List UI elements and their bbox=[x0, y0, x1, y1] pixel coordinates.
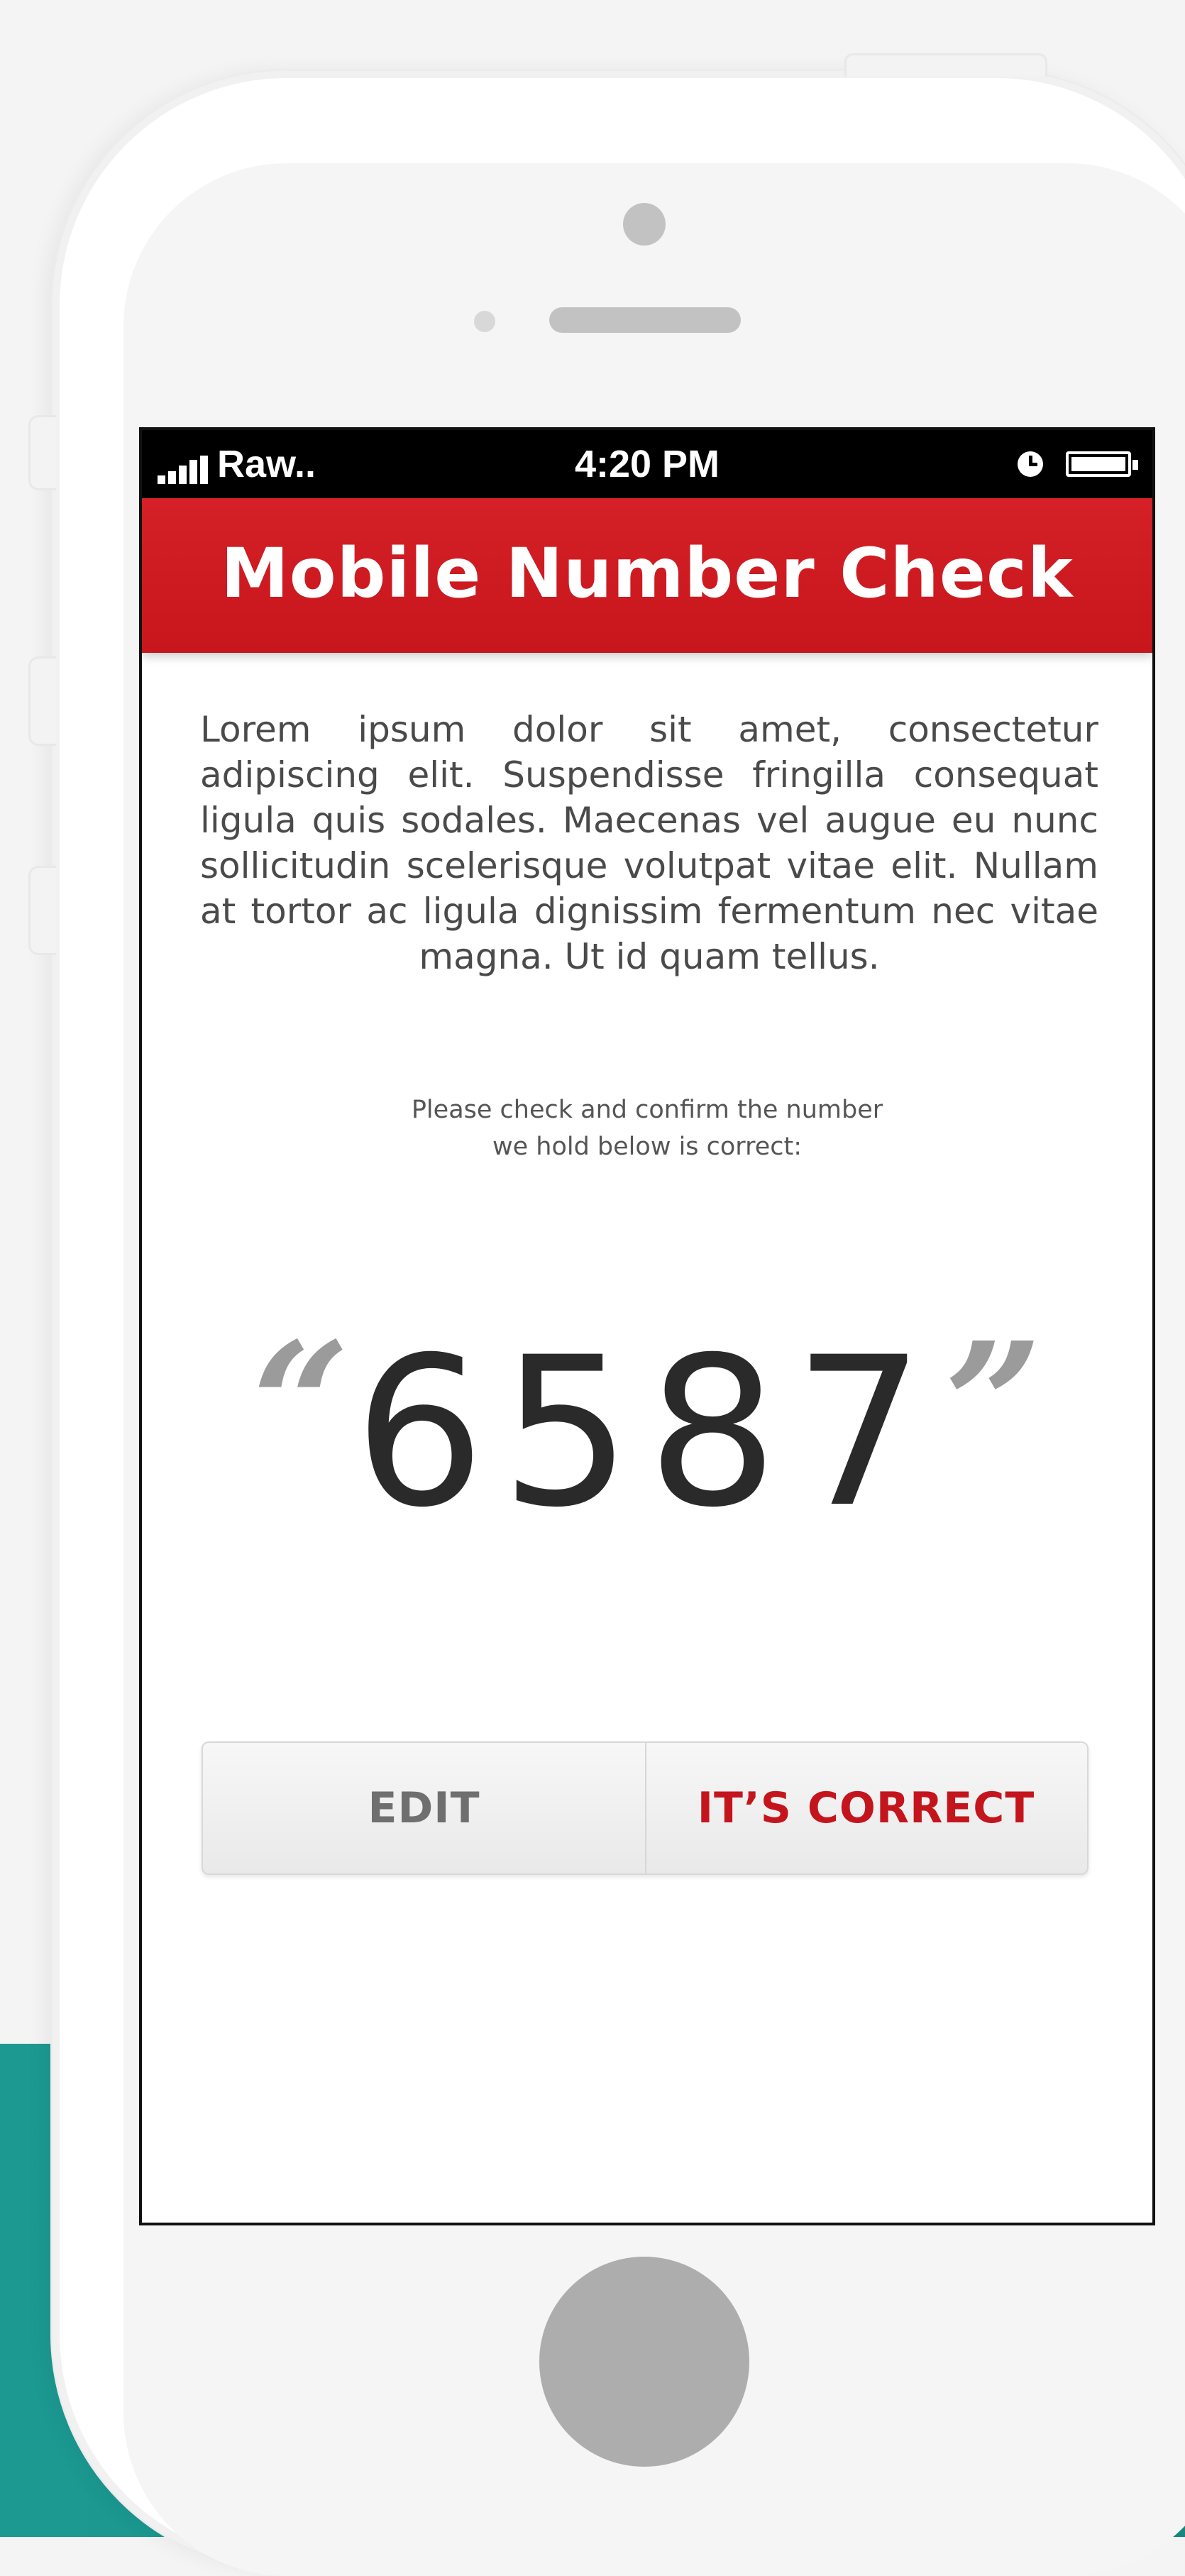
phone-screen: Raw.. 4:20 PM Mobile Number Check Lorem … bbox=[139, 427, 1155, 2225]
earpiece-speaker bbox=[549, 307, 741, 333]
mute-switch bbox=[28, 415, 56, 490]
proximity-sensor bbox=[474, 311, 495, 332]
description-text: Lorem ipsum dolor sit amet, consectetur … bbox=[200, 709, 1098, 977]
status-bar: Raw.. 4:20 PM bbox=[142, 430, 1152, 498]
close-quote-mark: ” bbox=[944, 1305, 1043, 1505]
clock-icon bbox=[1018, 451, 1043, 477]
battery-icon bbox=[1066, 451, 1138, 477]
confirm-prompt: Please check and confirm the number we h… bbox=[142, 1091, 1152, 1165]
power-button bbox=[844, 53, 1047, 77]
volume-up-button bbox=[28, 656, 56, 746]
status-time: 4:20 PM bbox=[574, 443, 720, 485]
action-buttons: EDIT IT’S CORRECT bbox=[202, 1741, 1088, 1875]
number-display: “6587” bbox=[142, 1320, 1152, 1547]
edit-button[interactable]: EDIT bbox=[203, 1743, 645, 1873]
prompt-line-2: we hold below is correct: bbox=[492, 1133, 802, 1161]
front-camera bbox=[623, 203, 666, 246]
its-correct-button[interactable]: IT’S CORRECT bbox=[645, 1743, 1087, 1873]
home-button[interactable] bbox=[539, 2257, 749, 2467]
open-quote-mark: “ bbox=[251, 1305, 350, 1505]
mobile-number: 6587 bbox=[353, 1314, 941, 1553]
app-header: Mobile Number Check bbox=[142, 498, 1152, 653]
volume-down-button bbox=[28, 866, 56, 955]
page-title: Mobile Number Check bbox=[221, 534, 1074, 613]
prompt-line-1: Please check and confirm the number bbox=[411, 1096, 883, 1124]
